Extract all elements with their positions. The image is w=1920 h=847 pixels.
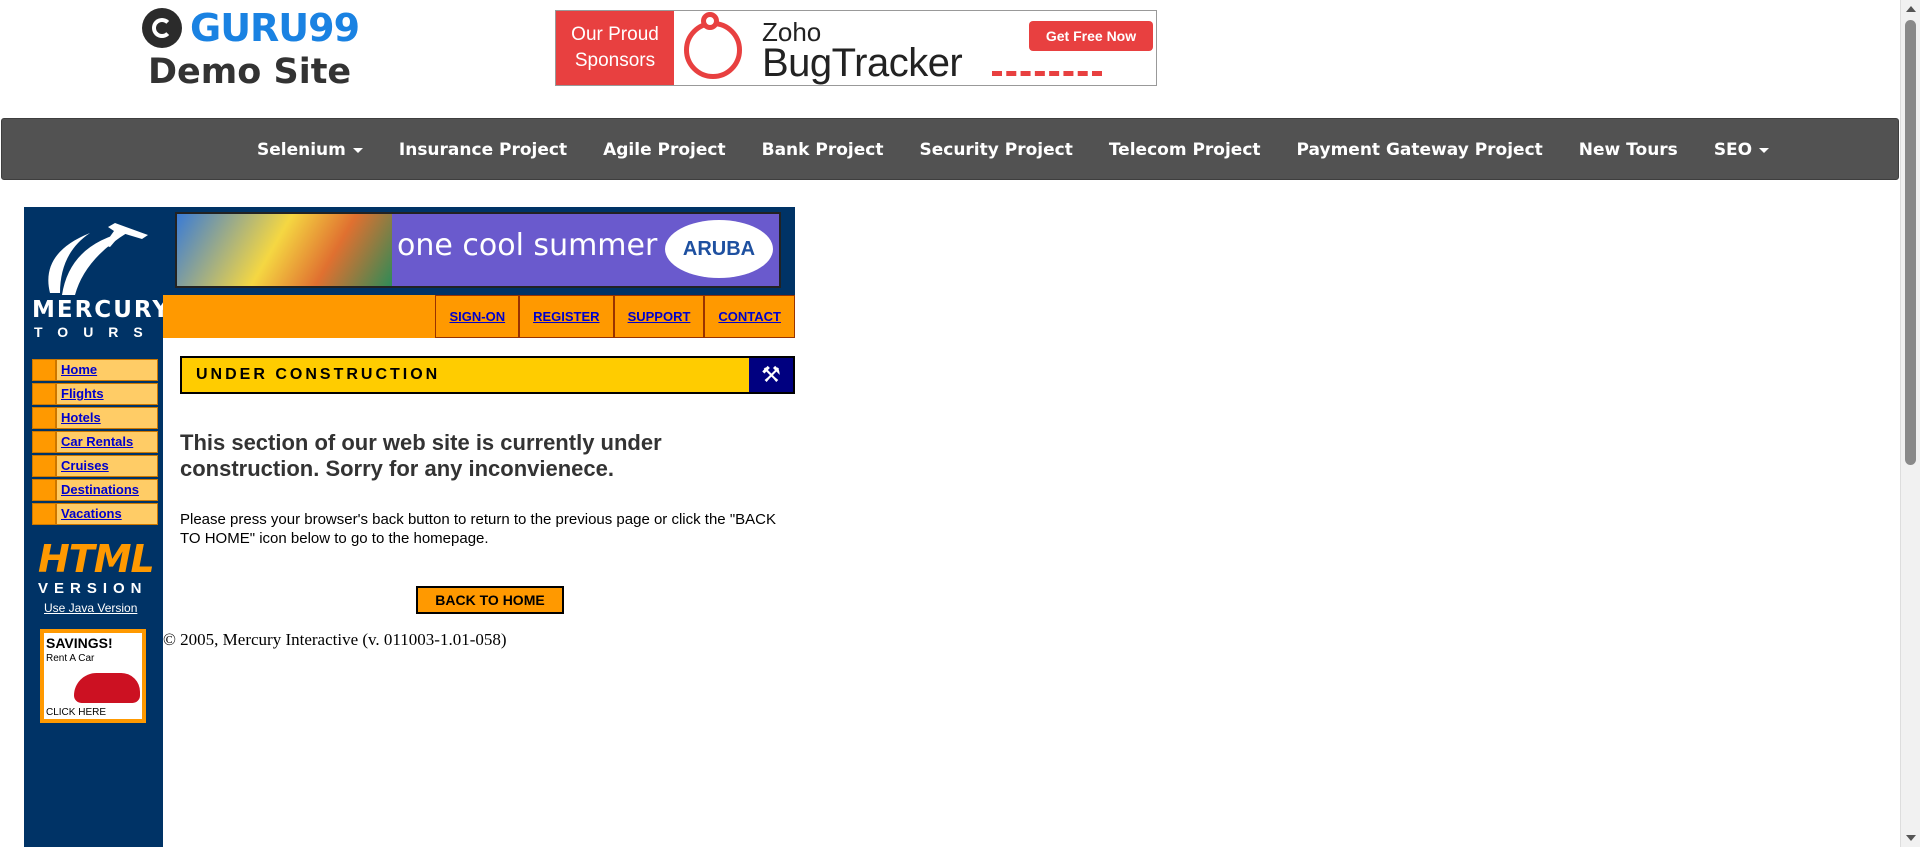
nav-bank-project[interactable]: Bank Project [744,140,902,160]
contact-link[interactable]: CONTACT [704,295,795,338]
menu-bullet [32,359,56,381]
mercury-top-nav: SIGN-ON REGISTER SUPPORT CONTACT [163,295,795,338]
html-version-subtitle: VERSION [38,580,148,597]
mercury-logo-word: MERCURY [32,297,171,323]
logo-subtitle: Demo Site [148,52,352,92]
side-link-cruises[interactable]: Cruises [56,455,158,477]
caret-down-icon [1759,147,1770,153]
page-heading: This section of our web site is currentl… [180,430,662,481]
guru99-g-icon [142,8,182,48]
side-link-destinations[interactable]: Destinations [56,479,158,501]
nav-agile-project[interactable]: Agile Project [585,140,744,160]
menu-bullet [32,455,56,477]
bug-icon [684,12,742,79]
register-link[interactable]: REGISTER [519,295,614,338]
nav-telecom-project[interactable]: Telecom Project [1091,140,1279,160]
sponsor-label-line1: Our Proud [571,24,659,45]
banner-text: one cool summer [397,228,658,263]
menu-bullet [32,383,56,405]
side-link-hotels[interactable]: Hotels [56,407,158,429]
menu-bullet [32,407,56,429]
aruba-logo: ARUBA [665,220,773,278]
menu-bullet [32,431,56,453]
scroll-down-arrow-icon[interactable] [1906,835,1916,841]
car-icon [74,673,140,703]
banner-photo [177,214,392,286]
scrollbar-thumb[interactable] [1905,20,1916,465]
savings-title: SAVINGS! [46,635,113,651]
savings-cta: CLICK HERE [46,707,107,718]
side-menu-item-hotels: Hotels [32,407,158,429]
under-construction-bar: UNDER CONSTRUCTION ⚒ [180,356,795,394]
main-navbar: Selenium Insurance Project Agile Project… [1,118,1899,180]
side-menu-item-flights: Flights [32,383,158,405]
side-menu-item-destinations: Destinations [32,479,158,501]
sponsor-label-line2: Sponsors [574,50,656,71]
promo-banner[interactable]: one cool summer ARUBA [163,207,795,295]
html-version-title: HTML [38,537,155,581]
savings-ad[interactable]: SAVINGS! Rent A Car CLICK HERE [40,629,146,723]
get-free-now-button[interactable]: Get Free Now [1029,21,1153,51]
menu-bullet [32,479,56,501]
nav-insurance-project[interactable]: Insurance Project [381,140,585,160]
sponsor-label: Our Proud Sponsors [556,11,674,85]
side-menu-item-home: Home [32,359,158,381]
tours-logo-word: TOURS [34,324,158,340]
side-link-home[interactable]: Home [56,359,158,381]
side-link-vacations[interactable]: Vacations [56,503,158,525]
under-construction-title: UNDER CONSTRUCTION [196,366,441,383]
mercury-sidebar: MERCURY TOURS Home Flights Hotels Car Re… [24,207,169,847]
nav-seo[interactable]: SEO [1696,140,1787,160]
caret-down-icon [352,147,363,153]
side-menu-item-vacations: Vacations [32,503,158,525]
nav-security-project[interactable]: Security Project [901,140,1090,160]
sponsor-banner[interactable]: Our Proud Sponsors Zoho BugTracker Get F… [555,10,1157,86]
back-to-home-button[interactable]: BACK TO HOME [416,586,564,614]
dashed-arrow-icon [992,71,1102,76]
sponsor-ad[interactable]: Zoho BugTracker Get Free Now [674,11,1156,85]
use-java-version-link[interactable]: Use Java Version [44,601,137,615]
tools-icon: ⚒ [749,358,793,392]
support-link[interactable]: SUPPORT [613,295,705,338]
guru99-logo[interactable]: GURU99 Demo Site [142,6,367,92]
savings-subtitle: Rent A Car [46,653,95,664]
vertical-scrollbar[interactable] [1900,0,1920,847]
instruction-text: Please press your browser's back button … [180,511,776,547]
menu-bullet [32,503,56,525]
nav-selenium-label: Selenium [257,140,346,160]
nav-seo-label: SEO [1713,140,1753,160]
sign-on-link[interactable]: SIGN-ON [435,295,520,338]
nav-selenium[interactable]: Selenium [239,140,381,160]
side-menu-item-car-rentals: Car Rentals [32,431,158,453]
nav-new-tours[interactable]: New Tours [1561,140,1696,160]
sponsor-brand-large: BugTracker [762,41,963,85]
copyright-text: © 2005, Mercury Interactive (v. 011003-1… [163,630,507,649]
side-menu: Home Flights Hotels Car Rentals Cruises … [30,357,160,529]
side-link-car-rentals[interactable]: Car Rentals [56,431,158,453]
side-link-flights[interactable]: Flights [56,383,158,405]
logo-text: GURU99 [190,6,360,50]
nav-payment-gateway-project[interactable]: Payment Gateway Project [1279,140,1561,160]
scroll-up-arrow-icon[interactable] [1906,6,1916,12]
side-menu-item-cruises: Cruises [32,455,158,477]
